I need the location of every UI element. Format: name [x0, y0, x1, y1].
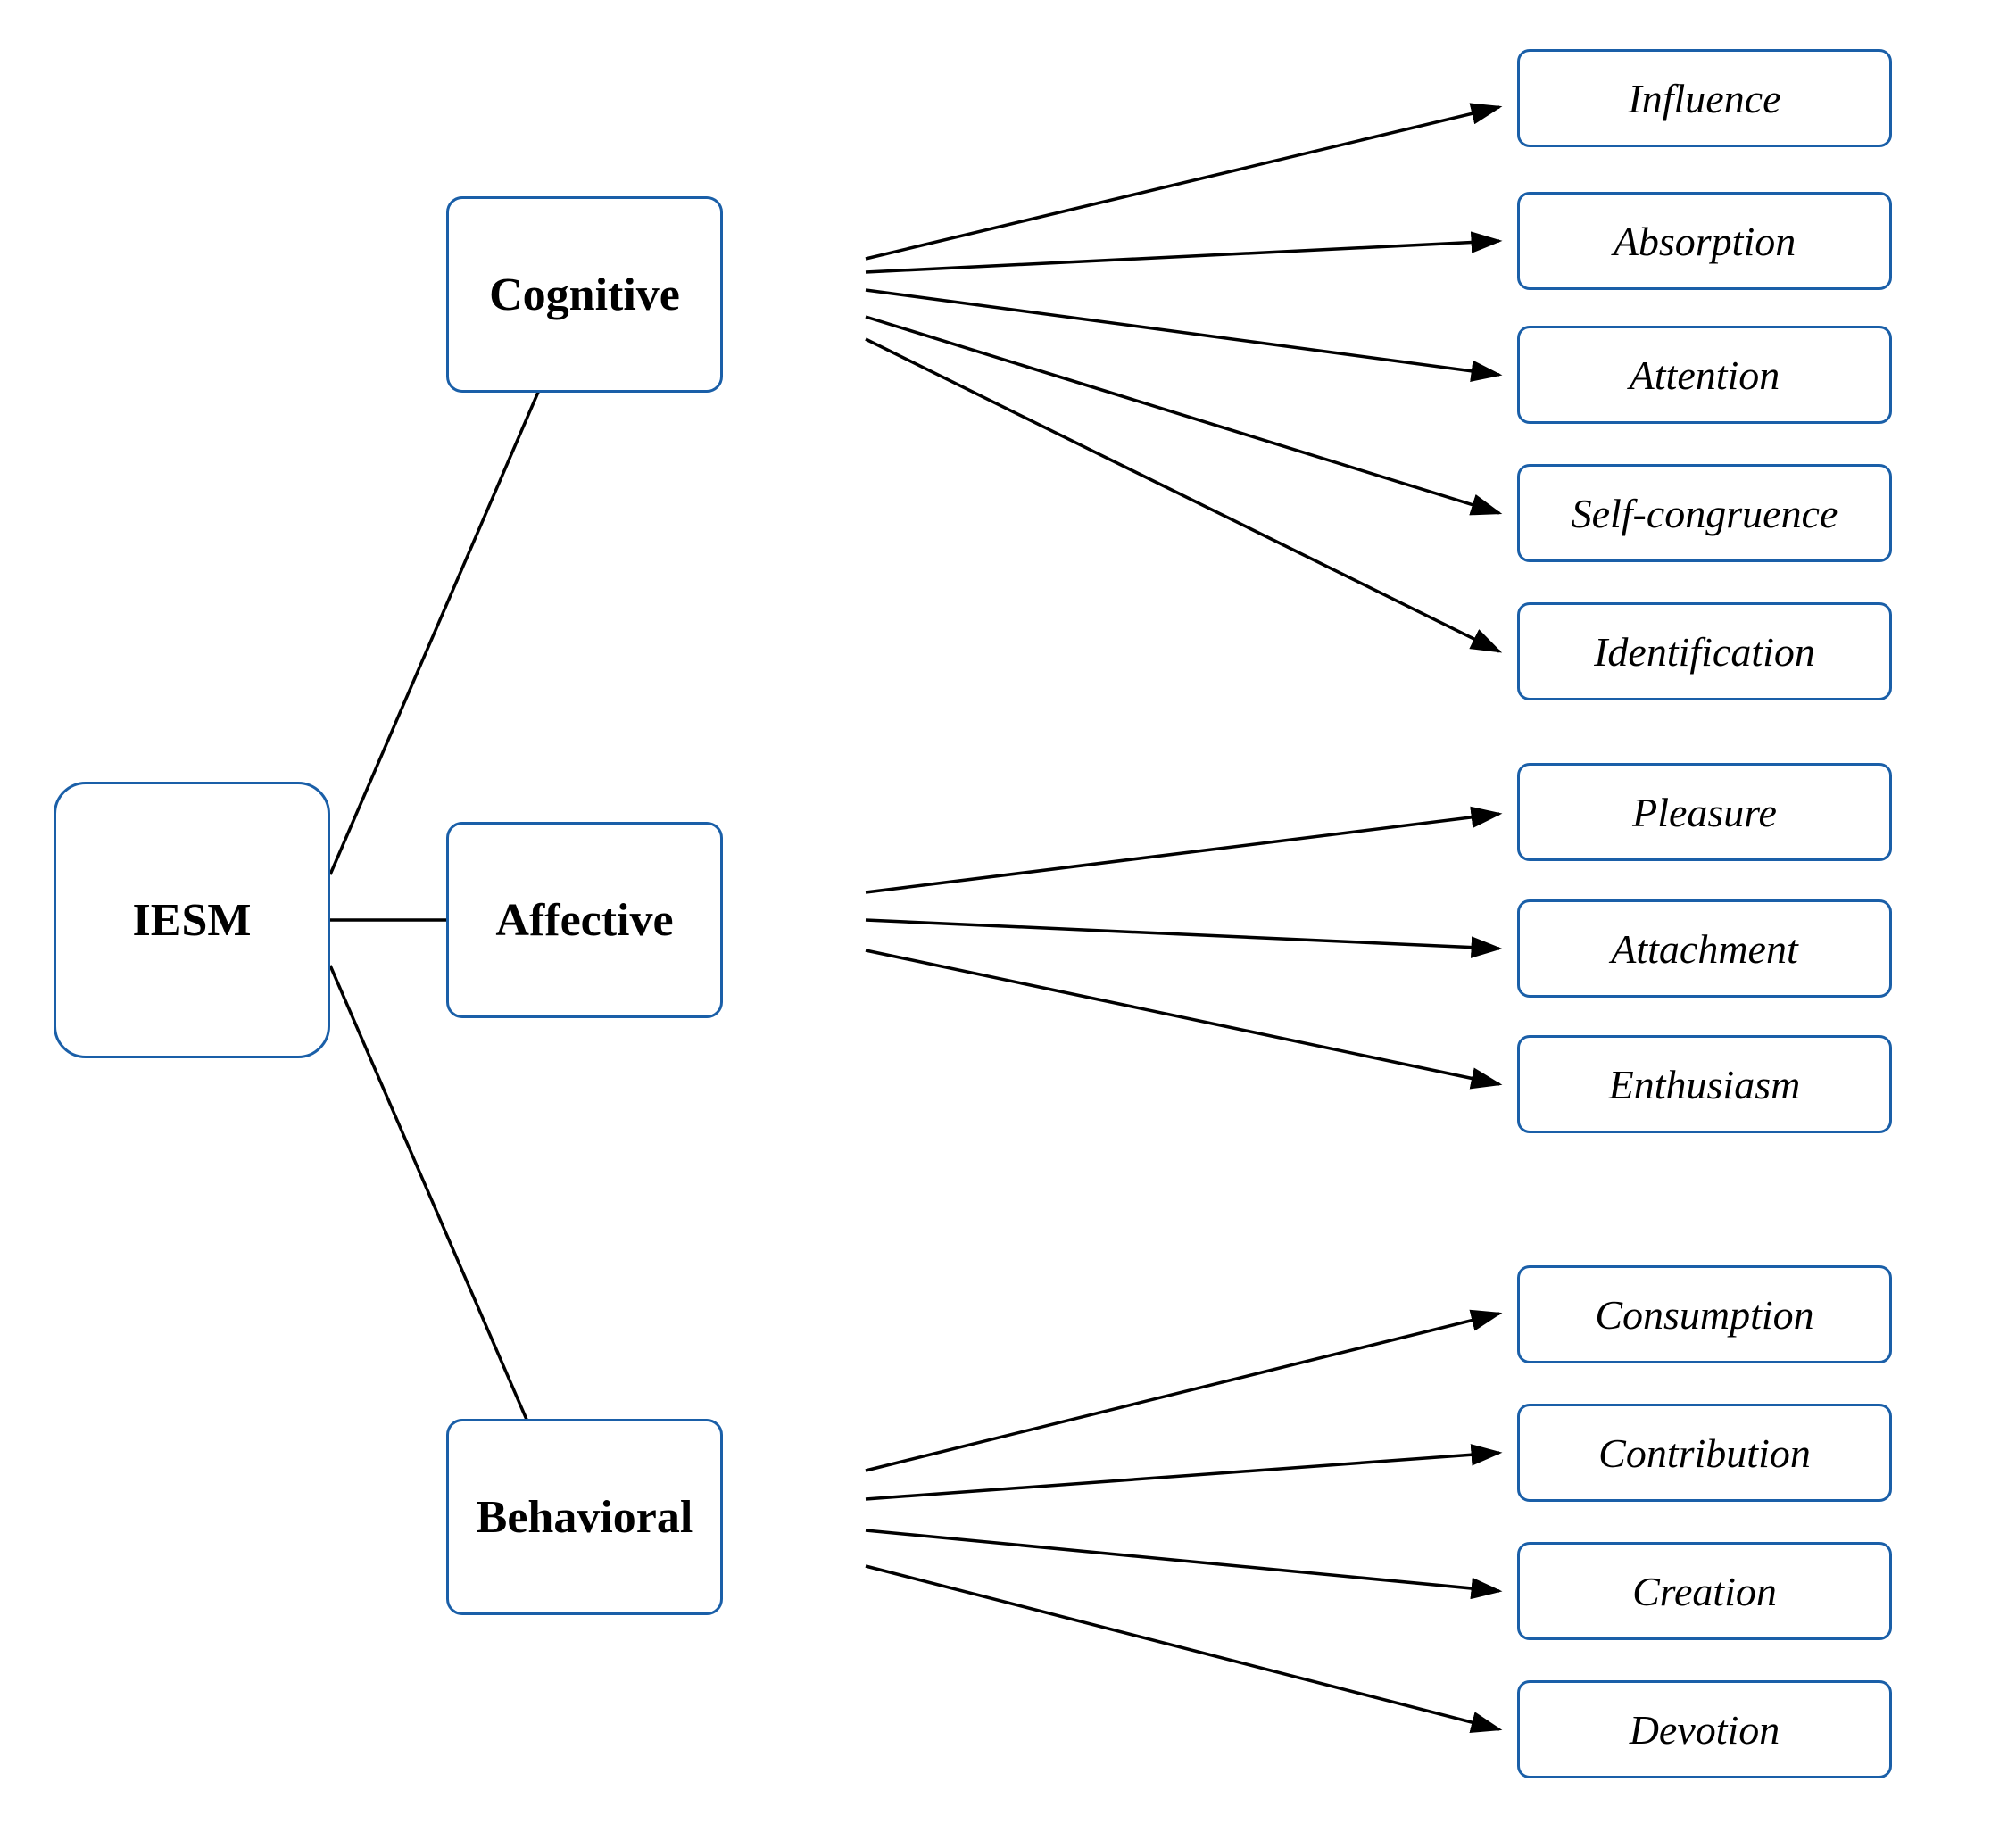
- leaf-label-consumption: Consumption: [1595, 1291, 1813, 1339]
- root-node: IESM: [54, 782, 330, 1058]
- mid-label-behavioral: Behavioral: [477, 1491, 693, 1544]
- mid-node-affective: Affective: [446, 822, 723, 1018]
- leaf-devotion: Devotion: [1517, 1680, 1892, 1778]
- mid-label-affective: Affective: [495, 894, 673, 947]
- leaf-self-congruence: Self-congruence: [1517, 464, 1892, 562]
- leaf-label-devotion: Devotion: [1630, 1706, 1780, 1753]
- leaf-label-identification: Identification: [1594, 628, 1815, 675]
- leaf-attachment: Attachment: [1517, 899, 1892, 998]
- diagram-container: IESM Cognitive Affective Behavioral Infl…: [0, 0, 2016, 1840]
- leaf-creation: Creation: [1517, 1542, 1892, 1640]
- mid-node-behavioral: Behavioral: [446, 1419, 723, 1615]
- leaf-pleasure: Pleasure: [1517, 763, 1892, 861]
- leaf-label-pleasure: Pleasure: [1632, 789, 1777, 836]
- leaf-label-absorption: Absorption: [1614, 218, 1796, 265]
- leaf-label-contribution: Contribution: [1598, 1430, 1811, 1477]
- leaf-label-creation: Creation: [1632, 1568, 1777, 1615]
- mid-node-cognitive: Cognitive: [446, 196, 723, 393]
- leaf-label-attention: Attention: [1630, 352, 1780, 399]
- leaf-label-attachment: Attachment: [1611, 925, 1798, 973]
- leaf-enthusiasm: Enthusiasm: [1517, 1035, 1892, 1133]
- mid-label-cognitive: Cognitive: [489, 269, 680, 321]
- leaf-absorption: Absorption: [1517, 192, 1892, 290]
- leaf-identification: Identification: [1517, 602, 1892, 700]
- leaf-label-influence: Influence: [1628, 75, 1780, 122]
- leaf-contribution: Contribution: [1517, 1404, 1892, 1502]
- leaf-label-enthusiasm: Enthusiasm: [1609, 1061, 1801, 1108]
- leaf-consumption: Consumption: [1517, 1265, 1892, 1363]
- leaf-label-self-congruence: Self-congruence: [1572, 490, 1838, 537]
- root-label: IESM: [133, 894, 252, 947]
- leaf-attention: Attention: [1517, 326, 1892, 424]
- leaf-influence: Influence: [1517, 49, 1892, 147]
